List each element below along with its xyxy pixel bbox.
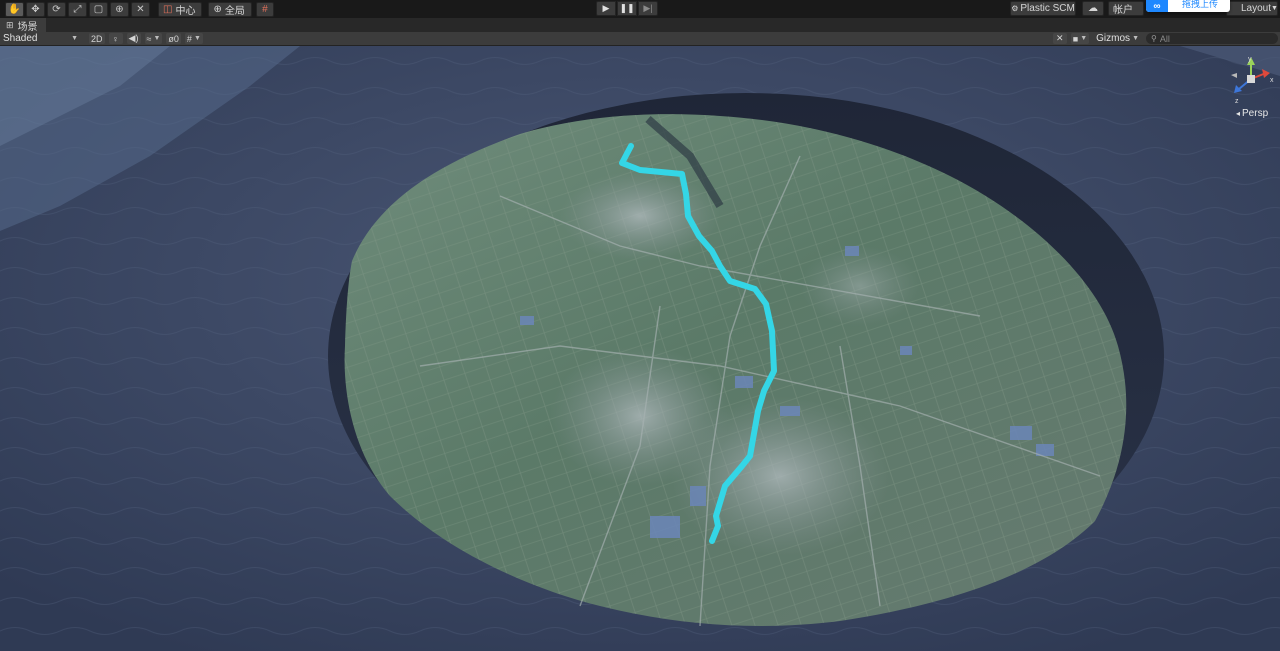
scene-viewport[interactable]: y z x ◂ Persp (0, 46, 1280, 651)
rotate-tool-button[interactable]: ⟳ (47, 1, 66, 17)
layout-label: Layout (1241, 3, 1272, 14)
step-icon: ▶| (643, 3, 653, 13)
main-toolbar: ✋ ✥ ⟳ ⤢ ▢ ⊕ ✕ ◫ 中心 ⊕ 全局 # ▶ ❚❚ ▶| ⚙ Plas… (0, 0, 1280, 18)
pivot-mode-button[interactable]: ◫ 中心 (158, 1, 203, 17)
chevron-down-icon: ▼ (1080, 35, 1088, 42)
search-icon: ⚲ (1151, 34, 1157, 43)
grid-toggle[interactable]: # ▼ (184, 33, 203, 44)
pivot-rotation-button[interactable]: ⊕ 全局 (208, 1, 252, 17)
y-axis-label: y (1248, 56, 1252, 63)
hand-icon: ✋ (8, 3, 21, 15)
camera-button[interactable]: ■ ▼ (1070, 33, 1090, 44)
pause-button[interactable]: ❚❚ (617, 1, 637, 16)
search-input[interactable] (1159, 33, 1270, 44)
x-axis-label: x (1270, 77, 1274, 84)
gizmos-dropdown[interactable]: Gizmos ▼ (1093, 33, 1142, 44)
scene-tab-label: 场景 (17, 21, 38, 33)
custom-tool-icon: ✕ (136, 3, 145, 15)
mode-2d-label: 2D (91, 33, 103, 44)
scene-toolbar-right: ✕ ■ ▼ Gizmos ▼ ⚲ (1049, 32, 1280, 45)
infinity-icon: ∞ (1146, 0, 1168, 12)
transform-tool-button[interactable]: ⊕ (110, 1, 129, 17)
shading-mode-dropdown[interactable]: Shaded ▼ (3, 33, 81, 44)
pivot-label: 中心 (175, 5, 196, 17)
chevron-down-icon: ▼ (71, 35, 78, 42)
pause-icon: ❚❚ (619, 3, 635, 13)
scene-icon: ⊞ (6, 19, 14, 30)
move-tool-button[interactable]: ✥ (26, 1, 45, 17)
tab-scene[interactable]: ⊞ 场景 (0, 18, 46, 33)
grid-snap-icon: # (262, 3, 268, 15)
scene-toolbar: Shaded ▼ 2D ♀ ◀) ≈ ▼ ø 0 # ▼ ✕ ■ ▼ Gizmos ▼… (0, 32, 1280, 46)
camera-icon: ■ (1072, 33, 1079, 44)
plastic-label: Plastic SCM (1020, 3, 1075, 14)
z-axis-label: z (1235, 98, 1239, 105)
hidden-objects-toggle[interactable]: ø 0 (166, 33, 181, 44)
grid-icon: # (186, 33, 192, 44)
rect-icon: ▢ (93, 3, 104, 15)
transform-tools: ✋ ✥ ⟳ ⤢ ▢ ⊕ ✕ (5, 1, 152, 17)
pivot-icon: ◫ (163, 3, 173, 15)
tools-button[interactable]: ✕ (1052, 33, 1067, 44)
step-button[interactable]: ▶| (638, 1, 658, 16)
effects-icon: ≈ (146, 33, 152, 44)
persp-label: Persp (1242, 108, 1269, 119)
urban-area-east (800, 246, 920, 326)
move-icon: ✥ (31, 3, 40, 15)
layout-dropdown[interactable]: Layout ▼ (1226, 1, 1278, 16)
neg-x-cone[interactable] (1231, 73, 1237, 78)
chevron-down-icon: ▼ (153, 35, 161, 42)
globe-icon: ⊕ (213, 3, 222, 15)
play-icon: ▶ (602, 3, 610, 13)
lighting-toggle[interactable]: ♀ (108, 33, 123, 44)
rect-tool-button[interactable]: ▢ (89, 1, 108, 17)
play-controls: ▶ ❚❚ ▶| (596, 1, 659, 16)
upload-popup[interactable]: ∞ 拖拽上传 (1146, 0, 1230, 12)
hierarchy-search[interactable]: ⚲ (1146, 33, 1278, 44)
projection-toggle[interactable]: ◂ Persp (1236, 108, 1268, 119)
speaker-icon: ◀) (128, 33, 139, 43)
chevron-down-icon: ▼ (1271, 5, 1278, 12)
tab-bar: ⊞ 场景 (0, 18, 1280, 33)
transform-icon: ⊕ (115, 3, 124, 15)
play-button[interactable]: ▶ (596, 1, 616, 16)
hidden-count: 0 (173, 33, 179, 44)
plastic-scm-button[interactable]: ⚙ Plastic SCM (1010, 1, 1076, 16)
mode-2d-toggle[interactable]: 2D (89, 33, 105, 44)
chevron-down-icon: ▼ (193, 35, 201, 42)
hand-tool-button[interactable]: ✋ (5, 1, 24, 17)
urban-area-south (670, 396, 890, 556)
scale-icon: ⤢ (73, 3, 82, 15)
grid-snap-button[interactable]: # (255, 1, 274, 17)
orientation-gizmo[interactable]: y z x (1226, 53, 1276, 109)
audio-toggle[interactable]: ◀) (126, 33, 141, 44)
plastic-icon: ⚙ (1011, 4, 1019, 13)
light-bulb-icon: ♀ (112, 33, 119, 44)
chevron-down-icon: ▼ (1132, 35, 1139, 42)
urban-area-north (560, 171, 720, 261)
upload-label: 拖拽上传 (1182, 0, 1219, 9)
rotate-icon: ⟳ (52, 3, 61, 15)
account-button[interactable]: 帐户 (1108, 1, 1144, 16)
custom-tool-button[interactable]: ✕ (131, 1, 150, 17)
scale-tool-button[interactable]: ⤢ (68, 1, 87, 17)
cloud-icon: ☁ (1088, 3, 1098, 14)
perspective-icon: ◂ (1236, 109, 1241, 118)
gizmo-center-cube[interactable] (1247, 75, 1255, 83)
account-label: 帐户 (1113, 5, 1133, 16)
cloud-button[interactable]: ☁ (1082, 1, 1104, 16)
effects-toggle[interactable]: ≈ ▼ (144, 33, 163, 44)
shading-mode-label: Shaded (3, 33, 38, 44)
gizmos-label: Gizmos (1096, 33, 1131, 44)
x-axis-cone[interactable] (1262, 69, 1270, 78)
tools-icon: ✕ (1056, 33, 1064, 43)
global-label: 全局 (224, 5, 245, 17)
scene-render (0, 46, 1280, 651)
